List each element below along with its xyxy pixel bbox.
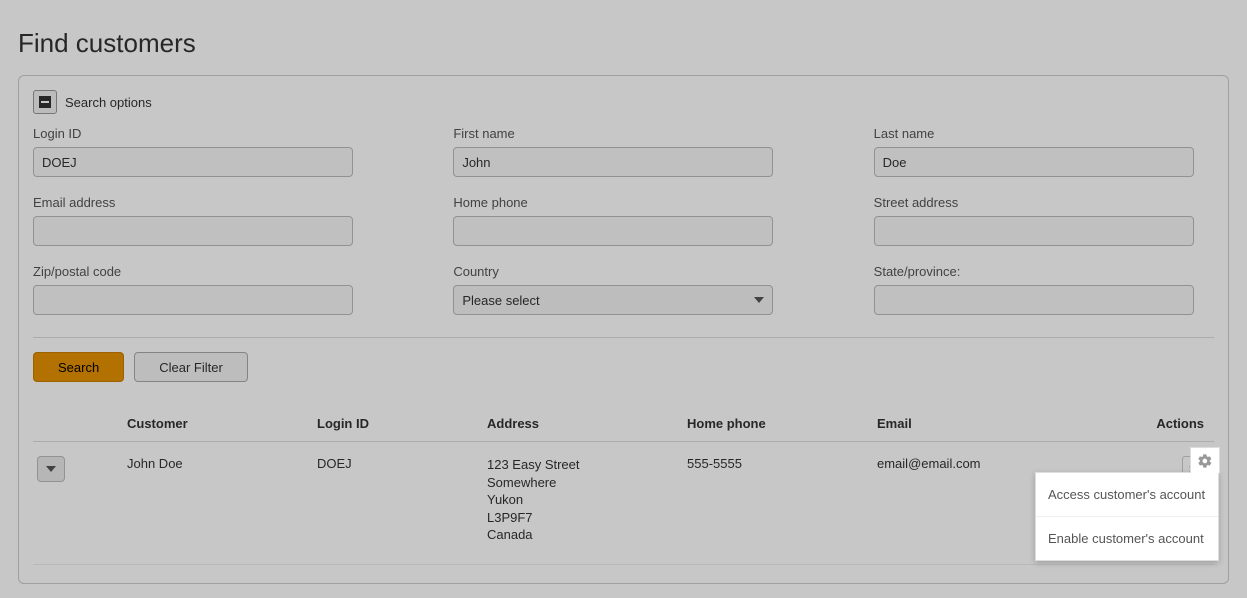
page-title: Find customers bbox=[18, 28, 1229, 59]
collapse-search-options-button[interactable] bbox=[33, 90, 57, 114]
gear-icon bbox=[1197, 453, 1213, 469]
chevron-down-icon bbox=[754, 297, 764, 303]
menu-enable-account[interactable]: Enable customer's account bbox=[1036, 516, 1218, 560]
first-name-label: First name bbox=[453, 126, 793, 141]
last-name-label: Last name bbox=[874, 126, 1214, 141]
country-field: Country Please select bbox=[453, 264, 793, 315]
street-input[interactable] bbox=[874, 216, 1194, 246]
street-field: Street address bbox=[874, 195, 1214, 246]
cell-login-id: DOEJ bbox=[317, 456, 487, 471]
col-home-phone: Home phone bbox=[687, 416, 877, 431]
row-actions-menu: Access customer's account Enable custome… bbox=[1035, 472, 1219, 561]
email-field: Email address bbox=[33, 195, 373, 246]
first-name-field: First name bbox=[453, 126, 793, 177]
expand-row-button[interactable] bbox=[37, 456, 65, 482]
divider bbox=[33, 337, 1214, 338]
zip-label: Zip/postal code bbox=[33, 264, 373, 279]
login-id-field: Login ID bbox=[33, 126, 373, 177]
cell-email: email@email.com bbox=[877, 456, 1107, 471]
email-input[interactable] bbox=[33, 216, 353, 246]
address-line: Somewhere bbox=[487, 474, 687, 492]
state-field: State/province: bbox=[874, 264, 1214, 315]
col-address: Address bbox=[487, 416, 687, 431]
menu-access-account[interactable]: Access customer's account bbox=[1036, 473, 1218, 516]
address-line: L3P9F7 bbox=[487, 509, 687, 527]
login-id-label: Login ID bbox=[33, 126, 373, 141]
col-customer: Customer bbox=[127, 416, 317, 431]
first-name-input[interactable] bbox=[453, 147, 773, 177]
address-line: Yukon bbox=[487, 491, 687, 509]
chevron-down-icon bbox=[46, 466, 56, 472]
cell-customer: John Doe bbox=[127, 456, 317, 471]
search-options-label: Search options bbox=[65, 95, 152, 110]
street-label: Street address bbox=[874, 195, 1214, 210]
last-name-input[interactable] bbox=[874, 147, 1194, 177]
clear-filter-button[interactable]: Clear Filter bbox=[134, 352, 248, 382]
email-label: Email address bbox=[33, 195, 373, 210]
login-id-input[interactable] bbox=[33, 147, 353, 177]
col-actions: Actions bbox=[1107, 416, 1210, 431]
col-email: Email bbox=[877, 416, 1107, 431]
row-actions-button-active[interactable] bbox=[1190, 447, 1220, 473]
zip-input[interactable] bbox=[33, 285, 353, 315]
country-label: Country bbox=[453, 264, 793, 279]
state-input[interactable] bbox=[874, 285, 1194, 315]
home-phone-field: Home phone bbox=[453, 195, 793, 246]
zip-field: Zip/postal code bbox=[33, 264, 373, 315]
address-line: Canada bbox=[487, 526, 687, 544]
cell-address: 123 Easy Street Somewhere Yukon L3P9F7 C… bbox=[487, 456, 687, 544]
country-select[interactable]: Please select bbox=[453, 285, 773, 315]
last-name-field: Last name bbox=[874, 126, 1214, 177]
country-selected-value: Please select bbox=[462, 293, 539, 308]
address-line: 123 Easy Street bbox=[487, 456, 687, 474]
home-phone-input[interactable] bbox=[453, 216, 773, 246]
minus-icon bbox=[39, 96, 51, 108]
cell-home-phone: 555-5555 bbox=[687, 456, 877, 471]
home-phone-label: Home phone bbox=[453, 195, 793, 210]
state-label: State/province: bbox=[874, 264, 1214, 279]
col-login-id: Login ID bbox=[317, 416, 487, 431]
search-button[interactable]: Search bbox=[33, 352, 124, 382]
